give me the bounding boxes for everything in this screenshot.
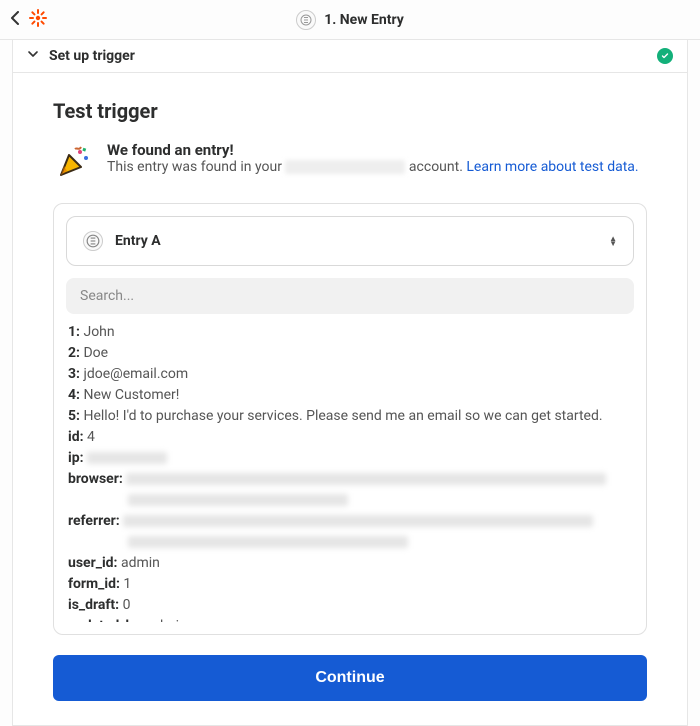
top-bar: 1. New Entry bbox=[0, 0, 700, 40]
data-row: 3: jdoe@email.com bbox=[66, 364, 634, 385]
search-input[interactable]: Search... bbox=[66, 278, 634, 314]
data-row: updated_by: admin bbox=[66, 616, 634, 622]
zapier-logo-icon bbox=[28, 8, 48, 32]
data-row: id: 4 bbox=[66, 427, 634, 448]
success-check-icon bbox=[657, 48, 673, 64]
data-row: user_id: admin bbox=[66, 553, 634, 574]
app-icon bbox=[296, 10, 316, 30]
redacted-value bbox=[128, 494, 348, 506]
section-header[interactable]: Set up trigger bbox=[13, 40, 687, 73]
found-subtext: This entry was found in your account. Le… bbox=[107, 159, 639, 175]
section-title: Set up trigger bbox=[49, 48, 135, 64]
entry-card: Entry A ▲▼ Search... 1: John2: Doe3: jdo… bbox=[53, 203, 647, 635]
back-icon[interactable] bbox=[10, 10, 20, 29]
data-row: 5: Hello! I'd to purchase your services.… bbox=[66, 406, 634, 427]
sort-arrows-icon: ▲▼ bbox=[609, 236, 617, 246]
learn-more-link[interactable]: Learn more about test data. bbox=[466, 159, 638, 175]
trigger-panel: Set up trigger Test trigger We found an … bbox=[12, 40, 688, 726]
redacted-value bbox=[123, 515, 593, 527]
redacted-value bbox=[87, 452, 167, 464]
chevron-down-icon bbox=[27, 48, 39, 64]
data-row: referrer: bbox=[66, 511, 634, 553]
party-popper-icon bbox=[53, 141, 93, 185]
step-title: 1. New Entry bbox=[324, 12, 404, 28]
data-row: ip: bbox=[66, 448, 634, 469]
data-row: browser: bbox=[66, 469, 634, 511]
entry-data-list[interactable]: 1: John2: Doe3: jdoe@email.com4: New Cus… bbox=[66, 322, 634, 622]
entry-label: Entry A bbox=[115, 233, 161, 249]
data-row: 4: New Customer! bbox=[66, 385, 634, 406]
data-row: 1: John bbox=[66, 322, 634, 343]
entry-app-icon bbox=[83, 231, 103, 251]
data-row: is_draft: 0 bbox=[66, 595, 634, 616]
data-row: form_id: 1 bbox=[66, 574, 634, 595]
redacted-value bbox=[128, 536, 408, 548]
continue-button[interactable]: Continue bbox=[53, 655, 647, 701]
data-row: 2: Doe bbox=[66, 343, 634, 364]
found-title: We found an entry! bbox=[107, 141, 639, 159]
redacted-value bbox=[126, 473, 606, 485]
redacted-account bbox=[285, 160, 405, 174]
test-heading: Test trigger bbox=[53, 99, 647, 123]
entry-select[interactable]: Entry A ▲▼ bbox=[66, 216, 634, 266]
